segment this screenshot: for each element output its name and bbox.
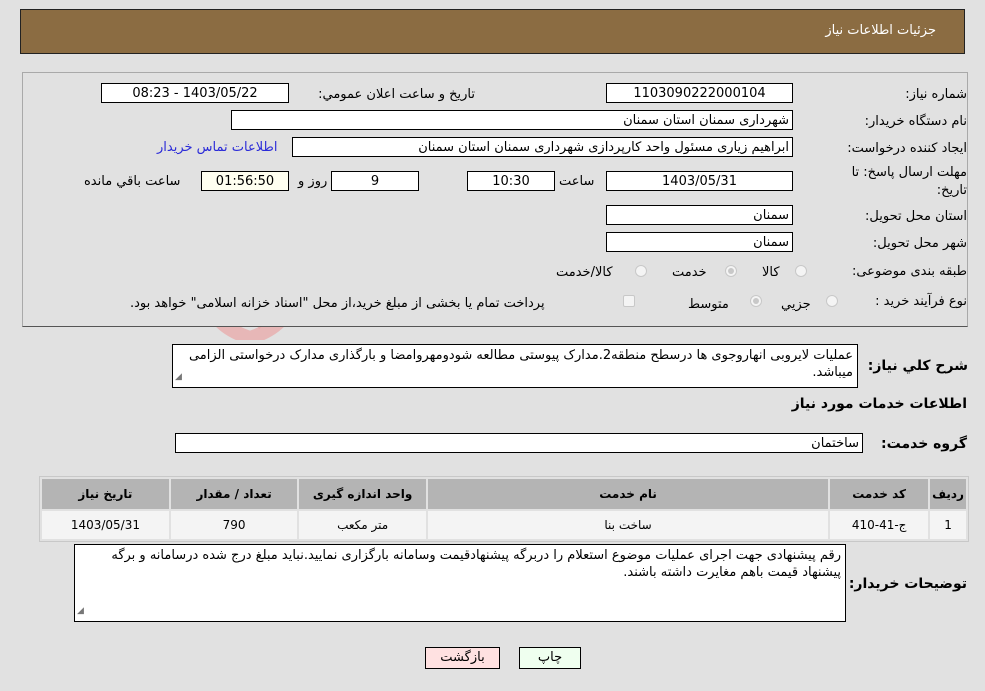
col-header-need-date: تاریخ نیاز xyxy=(42,479,169,509)
category-radio-goods[interactable] xyxy=(795,265,807,277)
days-label: روز و xyxy=(298,174,328,189)
services-section-title: اطلاعات خدمات مورد نیاز xyxy=(791,396,967,412)
page-title: جزئیات اطلاعات نیاز xyxy=(825,23,936,38)
back-button[interactable]: بازگشت xyxy=(425,647,500,669)
deadline-time-label: ساعت xyxy=(559,174,595,189)
process-option-minor: جزيي xyxy=(781,297,811,312)
buyer-notes-text: رقم پیشنهادی جهت اجرای عملیات موضوع استع… xyxy=(111,548,841,580)
buyer-notes-label: توضیحات خریدار: xyxy=(848,576,967,592)
service-group-label: گروه خدمت: xyxy=(881,436,967,452)
deadline-label-line1: مهلت ارسال پاسخ: تا xyxy=(851,165,967,180)
col-header-quantity: تعداد / مقدار xyxy=(170,479,298,509)
buyer-org-field[interactable]: شهرداری سمنان استان سمنان xyxy=(231,110,793,130)
col-header-row-number: ردیف xyxy=(930,479,966,509)
purchase-process-label: نوع فرآیند خرید : xyxy=(875,294,967,309)
time-remaining-field: 01:56:50 xyxy=(201,171,289,191)
requester-field[interactable]: ابراهیم زیاری مسئول واحد کارپردازی شهردا… xyxy=(292,137,793,157)
col-header-service-name: نام خدمت xyxy=(427,479,829,509)
resize-grip-icon[interactable]: ◢ xyxy=(175,369,182,386)
col-header-unit: واحد اندازه گیری xyxy=(299,479,426,509)
buyer-org-label: نام دستگاه خریدار: xyxy=(864,114,967,129)
process-radio-medium[interactable] xyxy=(750,295,762,307)
col-header-service-code: کد خدمت xyxy=(830,479,929,509)
category-radio-service[interactable] xyxy=(725,265,737,277)
services-table: ردیف کد خدمت نام خدمت واحد اندازه گیری ت… xyxy=(39,476,969,542)
description-text: عملیات لایروبی انهاروجوی ها درسطح منطقه2… xyxy=(188,348,853,380)
delivery-city-label: شهر محل تحویل: xyxy=(872,236,967,251)
category-option-service: خدمت xyxy=(672,265,707,280)
cell-service-code: ج-41-410 xyxy=(830,511,929,539)
treasury-checkbox[interactable] xyxy=(623,295,635,307)
page-header: جزئیات اطلاعات نیاز xyxy=(20,9,965,54)
resize-grip-icon[interactable]: ◢ xyxy=(77,603,84,620)
table-row: 1 ج-41-410 ساخت بنا متر مکعب 790 1403/05… xyxy=(42,511,966,539)
treasury-checkbox-label: پرداخت تمام یا بخشی از مبلغ خرید،از محل … xyxy=(130,296,545,311)
category-label: طبقه بندی موضوعی: xyxy=(851,264,967,279)
category-option-goods: کالا xyxy=(762,265,780,280)
process-radio-minor[interactable] xyxy=(826,295,838,307)
category-option-goods-service: کالا/خدمت xyxy=(556,265,613,280)
cell-need-date: 1403/05/31 xyxy=(42,511,169,539)
buyer-contact-link[interactable]: اطلاعات تماس خریدار xyxy=(157,140,277,155)
cell-quantity: 790 xyxy=(170,511,298,539)
buyer-notes-textarea[interactable]: رقم پیشنهادی جهت اجرای عملیات موضوع استع… xyxy=(74,544,846,622)
description-textarea[interactable]: عملیات لایروبی انهاروجوی ها درسطح منطقه2… xyxy=(172,344,858,388)
time-remaining-label: ساعت باقي مانده xyxy=(84,174,181,189)
table-header-row: ردیف کد خدمت نام خدمت واحد اندازه گیری ت… xyxy=(42,479,966,509)
requester-label: ایجاد کننده درخواست: xyxy=(847,141,967,156)
days-remaining-field: 9 xyxy=(331,171,419,191)
delivery-province-field[interactable]: سمنان xyxy=(606,205,793,225)
cell-unit: متر مکعب xyxy=(299,511,426,539)
delivery-province-label: استان محل تحویل: xyxy=(865,209,967,224)
need-number-field[interactable]: 1103090222000104 xyxy=(606,83,793,103)
cell-row-number: 1 xyxy=(930,511,966,539)
deadline-label-line2: تاریخ: xyxy=(936,183,967,198)
description-label: شرح کلي نیاز: xyxy=(867,358,968,374)
deadline-time-field[interactable]: 10:30 xyxy=(467,171,555,191)
process-option-medium: متوسط xyxy=(688,297,729,312)
cell-service-name: ساخت بنا xyxy=(427,511,829,539)
deadline-date-field[interactable]: 1403/05/31 xyxy=(606,171,793,191)
need-number-label: شماره نیاز: xyxy=(905,87,967,102)
service-group-field[interactable]: ساختمان xyxy=(175,433,863,453)
announce-datetime-label: تاریخ و ساعت اعلان عمومي: xyxy=(318,87,475,102)
category-radio-goods-service[interactable] xyxy=(635,265,647,277)
announce-datetime-field[interactable]: 1403/05/22 - 08:23 xyxy=(101,83,289,103)
delivery-city-field[interactable]: سمنان xyxy=(606,232,793,252)
print-button[interactable]: چاپ xyxy=(519,647,581,669)
